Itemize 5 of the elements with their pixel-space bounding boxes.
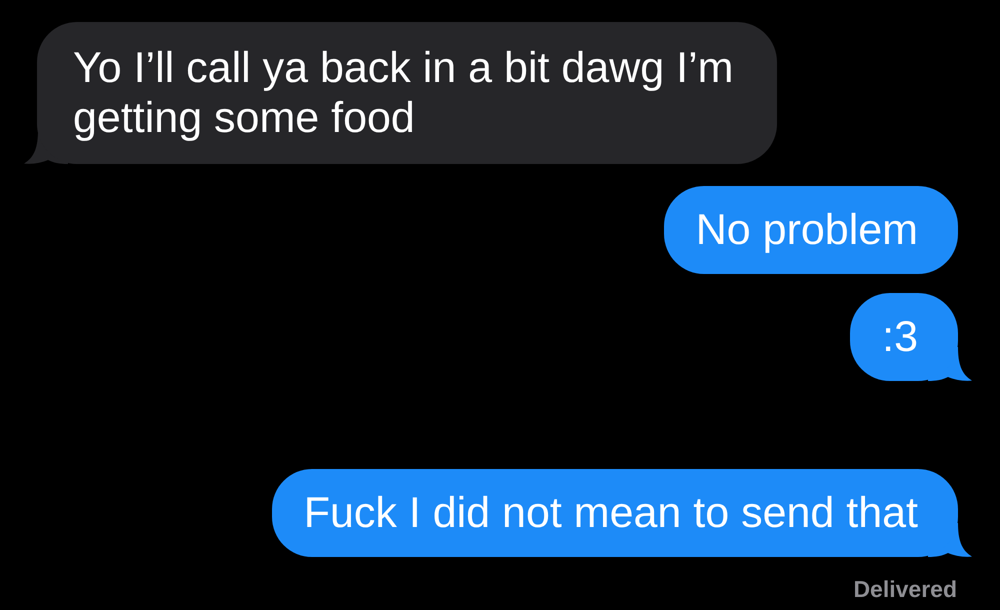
message-text: :3	[882, 312, 918, 362]
delivery-status: Delivered	[853, 575, 957, 603]
message-text: No problem	[696, 205, 918, 255]
message-text: Yo I’ll call ya back in a bit dawg I’m getting some food	[73, 43, 734, 143]
message-text: Fuck I did not mean to send that	[304, 488, 918, 538]
